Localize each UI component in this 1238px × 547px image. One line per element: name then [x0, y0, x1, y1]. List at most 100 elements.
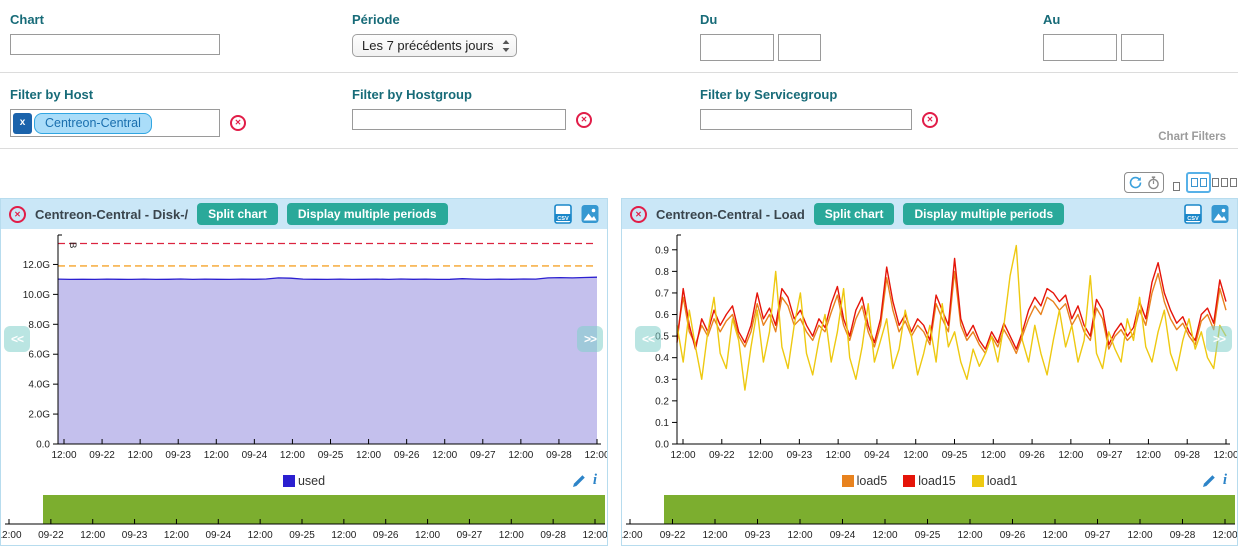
svg-text:12:00: 12:00 — [51, 450, 76, 461]
svg-text:09-22: 09-22 — [660, 530, 686, 541]
disk-chart-panel: ✕ Centreon-Central - Disk-/ Split chart … — [0, 198, 608, 546]
load-chart-title: Centreon-Central - Load — [656, 207, 805, 222]
svg-text:09-26: 09-26 — [394, 450, 420, 461]
svg-text:12:00: 12:00 — [248, 530, 273, 541]
display-multiple-periods-button[interactable]: Display multiple periods — [903, 203, 1064, 225]
svg-text:12:00: 12:00 — [903, 450, 928, 461]
display-multiple-periods-button[interactable]: Display multiple periods — [287, 203, 448, 225]
svg-text:10.0G: 10.0G — [23, 290, 50, 301]
svg-text:12:00: 12:00 — [1, 530, 22, 541]
svg-text:12:00: 12:00 — [164, 530, 189, 541]
svg-text:12:00: 12:00 — [508, 450, 533, 461]
legend-label: load5 — [857, 474, 888, 488]
host-chip-label: Centreon-Central — [34, 113, 152, 134]
du-date-input[interactable] — [700, 34, 774, 61]
svg-text:0.8: 0.8 — [655, 267, 669, 278]
svg-text:12:00: 12:00 — [1212, 530, 1237, 541]
svg-text:12:00: 12:00 — [331, 530, 356, 541]
svg-text:0.9: 0.9 — [655, 245, 669, 256]
svg-text:09-22: 09-22 — [38, 530, 64, 541]
clear-hostgroup-filter-icon[interactable]: ✕ — [576, 112, 592, 128]
clear-servicegroup-filter-icon[interactable]: ✕ — [922, 112, 938, 128]
svg-text:09-25: 09-25 — [289, 530, 315, 541]
svg-text:09-27: 09-27 — [1097, 450, 1123, 461]
filter-by-hostgroup-label: Filter by Hostgroup — [352, 87, 592, 102]
chip-remove-icon[interactable]: x — [13, 113, 32, 134]
legend-item-load1[interactable]: load1 — [972, 474, 1018, 488]
du-time-input[interactable] — [778, 34, 821, 61]
svg-text:0.0: 0.0 — [655, 440, 669, 451]
svg-text:12:00: 12:00 — [702, 530, 727, 541]
disk-timeline-selector[interactable]: 12:00 09-22 12:00 09-23 12:00 09-24 12:00 09-25… — [1, 493, 607, 545]
chart-view-toolbar — [1067, 170, 1237, 194]
filter-by-host-label: Filter by Host — [10, 87, 246, 102]
export-image-icon[interactable] — [1211, 204, 1229, 224]
au-time-input[interactable] — [1121, 34, 1164, 61]
view-one-column-icon[interactable] — [1173, 178, 1180, 196]
legend-label: load15 — [918, 474, 956, 488]
clear-host-filter-icon[interactable]: ✕ — [230, 115, 246, 131]
used-area — [58, 277, 597, 444]
legend-swatch — [972, 475, 984, 487]
export-image-icon[interactable] — [581, 204, 599, 224]
used-line — [58, 277, 597, 279]
info-icon[interactable]: i — [593, 472, 597, 489]
disk-chart-prev-button[interactable]: << — [4, 326, 30, 352]
close-load-chart-icon[interactable]: ✕ — [630, 206, 647, 223]
host-filter-input[interactable]: x Centreon-Central — [10, 109, 220, 137]
svg-text:12:00: 12:00 — [670, 450, 695, 461]
svg-text:12:00: 12:00 — [356, 450, 381, 461]
disk-chart-next-button[interactable]: >> — [577, 326, 603, 352]
legend-swatch — [842, 475, 854, 487]
info-icon[interactable]: i — [1223, 472, 1227, 489]
filters-divider-2 — [0, 148, 1238, 149]
chart-filters-caption: Chart Filters — [1158, 131, 1226, 143]
svg-text:09-24: 09-24 — [205, 530, 231, 541]
legend-label: load1 — [987, 474, 1018, 488]
au-date-input[interactable] — [1043, 34, 1117, 61]
svg-text:12:00: 12:00 — [1136, 450, 1161, 461]
svg-text:8.0G: 8.0G — [28, 320, 50, 331]
disk-chart-legend: used i — [1, 469, 607, 493]
legend-item-used[interactable]: used — [283, 474, 325, 488]
servicegroup-filter-input[interactable] — [700, 109, 912, 130]
svg-text:09-23: 09-23 — [745, 530, 771, 541]
edit-pencil-icon[interactable] — [572, 474, 586, 488]
timer-icon[interactable] — [1147, 176, 1160, 190]
export-csv-icon[interactable]: CSV — [554, 204, 572, 224]
svg-text:09-28: 09-28 — [1170, 530, 1196, 541]
legend-item-load5[interactable]: load5 — [842, 474, 888, 488]
load-chart: 0.00.10.20.30.40.50.60.70.80.912:0009-22… — [622, 229, 1237, 469]
disk-chart-header: ✕ Centreon-Central - Disk-/ Split chart … — [1, 199, 607, 229]
export-csv-icon[interactable]: CSV — [1184, 204, 1202, 224]
disk-usage-chart: 0.02.0G4.0G6.0G8.0G10.0G12.0G12:0009-221… — [1, 229, 607, 469]
svg-text:09-26: 09-26 — [373, 530, 399, 541]
svg-text:09-25: 09-25 — [318, 450, 344, 461]
load-chart-prev-button[interactable]: << — [635, 326, 661, 352]
svg-text:0.3: 0.3 — [655, 375, 669, 386]
chart-filter-input[interactable] — [10, 34, 220, 55]
periode-select[interactable]: Les 7 précédents jours — [352, 34, 517, 57]
du-label: Du — [700, 12, 821, 27]
svg-text:09-23: 09-23 — [122, 530, 148, 541]
view-two-columns-icon[interactable] — [1186, 172, 1211, 193]
filters-divider-1 — [0, 72, 1238, 73]
svg-text:09-24: 09-24 — [864, 450, 890, 461]
view-three-columns-icon[interactable] — [1212, 178, 1237, 187]
svg-text:0.2: 0.2 — [655, 396, 669, 407]
edit-pencil-icon[interactable] — [1202, 474, 1216, 488]
legend-swatch — [903, 475, 915, 487]
timeline-range — [664, 495, 1235, 524]
split-chart-button[interactable]: Split chart — [814, 203, 895, 225]
close-disk-chart-icon[interactable]: ✕ — [9, 206, 26, 223]
hostgroup-filter-input[interactable] — [352, 109, 566, 130]
refresh-icon[interactable] — [1129, 176, 1142, 189]
svg-text:12:00: 12:00 — [80, 530, 105, 541]
svg-text:12:00: 12:00 — [872, 530, 897, 541]
split-chart-button[interactable]: Split chart — [197, 203, 278, 225]
load-chart-next-button[interactable]: >> — [1206, 326, 1232, 352]
load1-line — [677, 246, 1226, 391]
legend-item-load15[interactable]: load15 — [903, 474, 956, 488]
svg-text:09-27: 09-27 — [1085, 530, 1111, 541]
load-timeline-selector[interactable]: 12:0009-2212:0009-2312:0009-2412:0009-25… — [622, 493, 1237, 545]
